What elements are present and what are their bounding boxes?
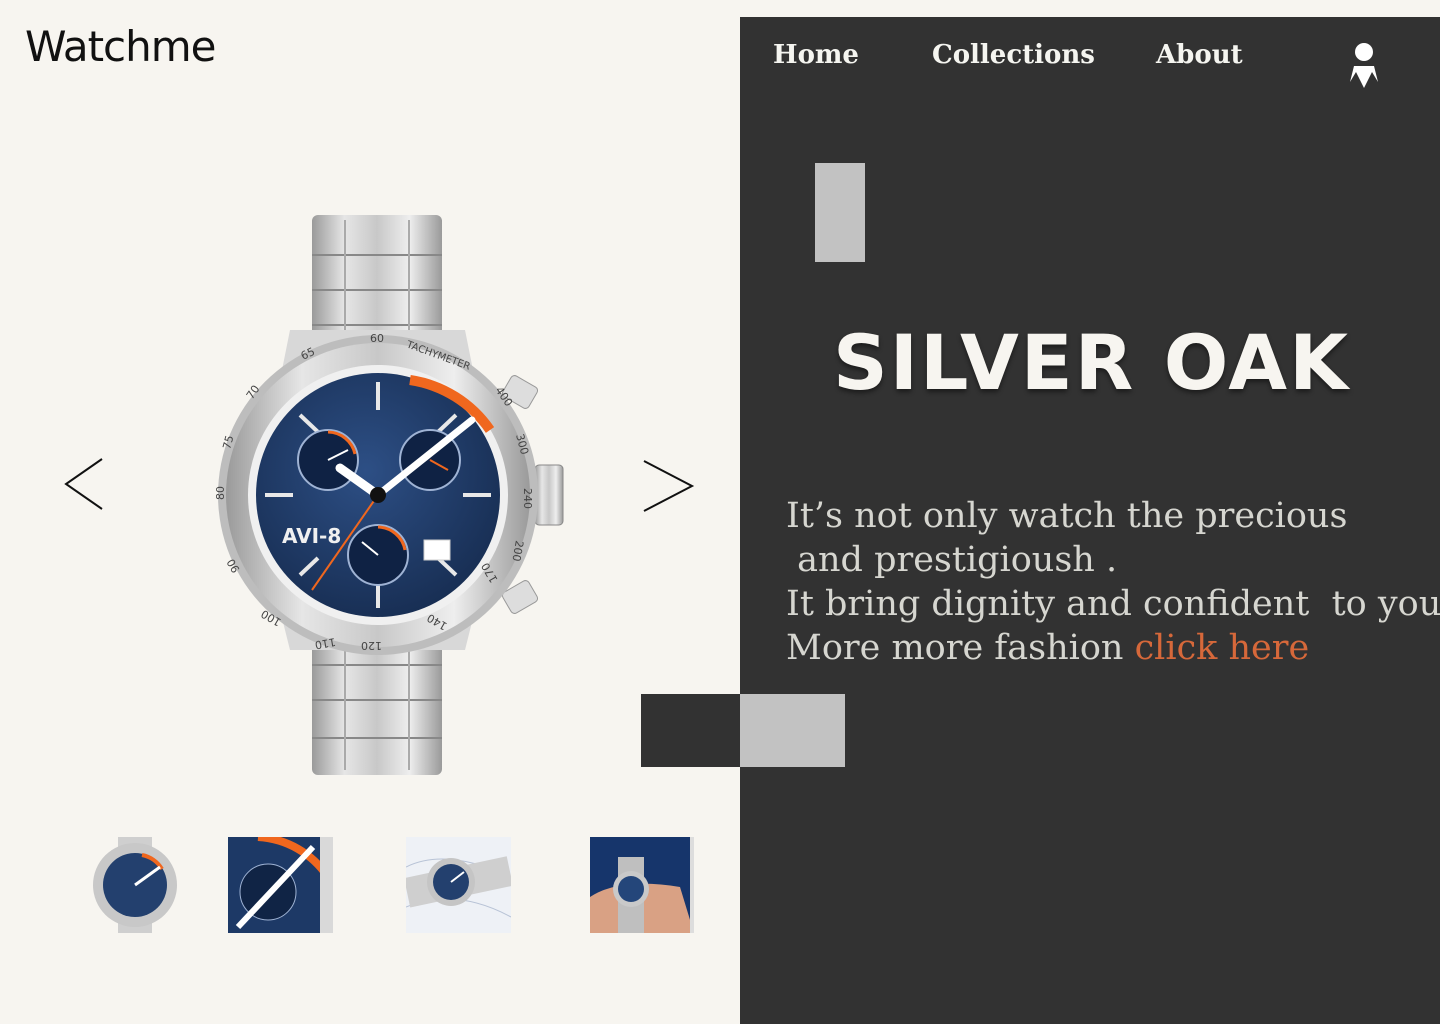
description-line: More more fashion [786,628,1135,668]
decor-block-dark [641,694,741,767]
site-logo[interactable]: Watchme [25,22,217,71]
main-watch-image: 60 TACHYMETER 65 70 75 80 90 100 110 120… [214,215,564,775]
bezel-number: 60 [370,332,384,345]
thumbnail-full-watch[interactable] [90,837,180,933]
dial-brand: AVI-8 [282,524,341,548]
chevron-right-icon[interactable] [640,457,696,515]
bezel-number: 120 [361,639,382,652]
decor-block-gray [740,694,845,767]
nav-about[interactable]: About [1156,40,1243,70]
product-description: It’s not only watch the precious and pre… [786,494,1440,670]
thumbnail-watch-on-map[interactable] [406,837,511,933]
decor-block-top [815,163,865,262]
bezel-number: 240 [521,488,534,509]
thumbnail-dial-closeup[interactable] [228,837,333,933]
thumbnail-watch-on-wrist[interactable] [590,837,694,933]
user-icon[interactable] [1348,42,1380,88]
click-here-link[interactable]: click here [1135,628,1310,668]
nav-collections[interactable]: Collections [932,40,1095,70]
product-title: SILVER OAK [833,318,1350,407]
description-line: It’s not only watch the precious [786,496,1348,536]
bezel-number: 80 [214,486,227,500]
description-line: and prestigioush . [786,540,1118,580]
description-line: It bring dignity and confident to you [786,584,1440,624]
nav-home[interactable]: Home [773,40,859,70]
chevron-left-icon[interactable] [60,455,106,513]
